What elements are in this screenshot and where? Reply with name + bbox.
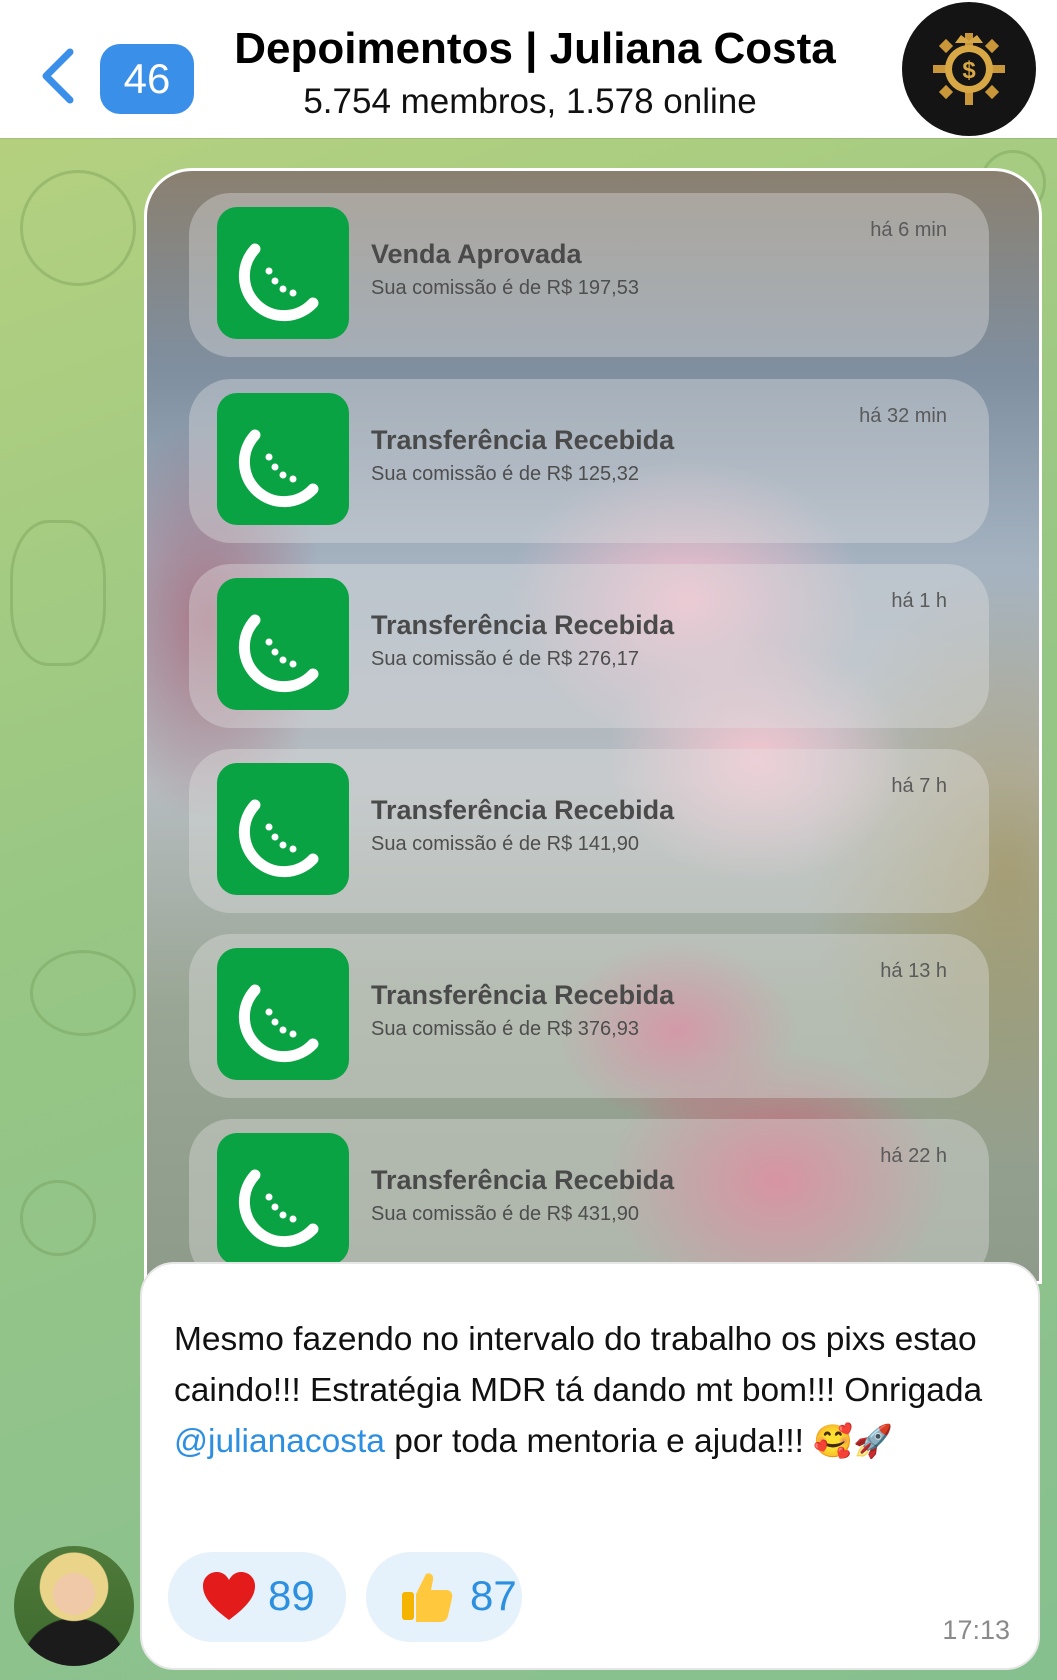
gold-coin-gear-icon: $ [933, 33, 1005, 105]
photo-message[interactable]: Venda Aprovada Sua comissão é de R$ 197,… [144, 168, 1042, 1284]
notification-time: há 1 h [891, 590, 947, 612]
thumbs-up-icon [402, 1573, 453, 1622]
chat-title[interactable]: Depoimentos | Juliana Costa [200, 24, 870, 74]
kiwify-app-icon [238, 799, 319, 878]
notification-card: Transferência Recebida Sua comissão é de… [189, 379, 989, 543]
mention-link[interactable]: @julianacosta [174, 1423, 385, 1460]
message-bubble[interactable]: Mesmo fazendo no intervalo do trabalho o… [140, 1262, 1040, 1670]
notification-card: Transferência Recebida Sua comissão é de… [189, 934, 989, 1098]
notification-text: Sua comissão é de R$ 141,90 [371, 833, 639, 855]
app-icon [217, 578, 349, 710]
notification-time: há 6 min [870, 219, 947, 241]
notification-text: Sua comissão é de R$ 197,53 [371, 277, 639, 299]
notification-text: Sua comissão é de R$ 276,17 [371, 648, 639, 670]
notification-title: Transferência Recebida [371, 1165, 675, 1195]
notification-text: Sua comissão é de R$ 376,93 [371, 1018, 639, 1040]
wallpaper-doodle [30, 950, 136, 1036]
reaction-thumbs-up[interactable]: 87 [366, 1552, 522, 1642]
notification-title: Venda Aprovada [371, 239, 582, 269]
notification-time: há 7 h [891, 775, 947, 797]
reaction-count: 87 [470, 1572, 517, 1619]
app-icon [217, 763, 349, 895]
message-text: Mesmo fazendo no intervalo do trabalho o… [174, 1314, 1014, 1467]
message-time: 17:13 [942, 1615, 1010, 1645]
notification-card: Transferência Recebida Sua comissão é de… [189, 1119, 989, 1281]
back-chevron-icon[interactable] [38, 46, 78, 106]
reaction-heart[interactable]: 89 [168, 1552, 346, 1642]
notification-title: Transferência Recebida [371, 980, 675, 1010]
kiwify-app-icon [238, 429, 319, 508]
notification-title: Transferência Recebida [371, 425, 675, 455]
kiwify-app-icon [238, 243, 319, 322]
svg-text:$: $ [962, 57, 976, 84]
notification-time: há 13 h [880, 960, 947, 982]
notification-title: Transferência Recebida [371, 610, 675, 640]
notification-card: Transferência Recebida Sua comissão é de… [189, 749, 989, 913]
kiwify-app-icon [238, 1169, 319, 1248]
notification-text: Sua comissão é de R$ 125,32 [371, 463, 639, 485]
message-text-start: Mesmo fazendo no intervalo do trabalho o… [174, 1321, 983, 1409]
reaction-count: 89 [268, 1572, 315, 1619]
wallpaper-doodle [20, 1180, 96, 1256]
notification-card: Venda Aprovada Sua comissão é de R$ 197,… [189, 193, 989, 357]
notification-title: Transferência Recebida [371, 795, 675, 825]
emoji-smiling-hearts-rocket: 🥰🚀 [813, 1423, 893, 1459]
app-icon [217, 393, 349, 525]
message-text-end: por toda mentoria e ajuda!!! [384, 1423, 814, 1460]
chat-subtitle: 5.754 membros, 1.578 online [303, 82, 757, 121]
chat-header: 46 Depoimentos | Juliana Costa 5.754 mem… [0, 0, 1057, 138]
unread-count-badge[interactable]: 46 [100, 44, 194, 114]
notification-text: Sua comissão é de R$ 431,90 [371, 1203, 639, 1225]
kiwify-app-icon [238, 614, 319, 693]
app-icon [217, 207, 349, 339]
wallpaper-doodle [20, 170, 136, 286]
app-icon [217, 1133, 349, 1265]
sender-avatar[interactable] [14, 1546, 134, 1666]
kiwify-app-icon [238, 984, 319, 1063]
notification-time: há 32 min [859, 405, 947, 427]
notification-card: Transferência Recebida Sua comissão é de… [189, 564, 989, 728]
app-icon [217, 948, 349, 1080]
wallpaper-doodle [10, 520, 106, 666]
heart-icon [203, 1572, 255, 1620]
notification-time: há 22 h [880, 1145, 947, 1167]
channel-avatar[interactable]: $ [902, 2, 1036, 136]
